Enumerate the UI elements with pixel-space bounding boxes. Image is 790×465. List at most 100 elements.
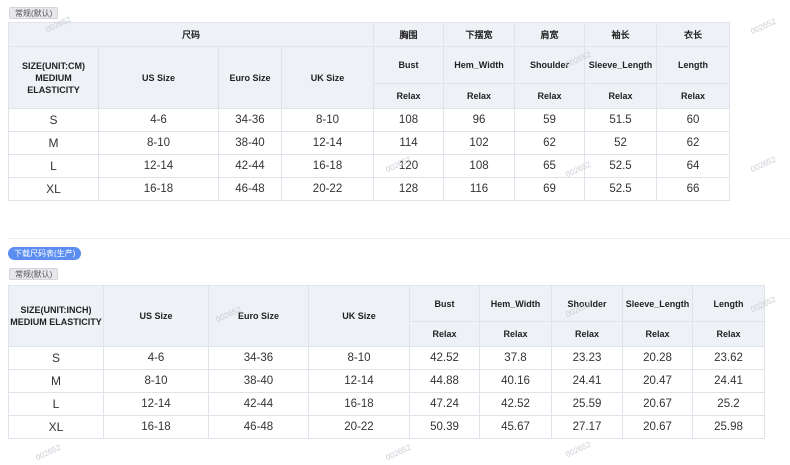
section-divider — [8, 238, 790, 239]
table-cell: 42.52 — [409, 346, 480, 370]
size-group-header: 尺码 — [7, 22, 375, 47]
watermark: 002652 — [34, 442, 63, 463]
table-cell: 20-22 — [308, 415, 410, 439]
table-cell: 108 — [443, 154, 516, 178]
table-cell: 116 — [443, 177, 516, 201]
table-cell: 20-22 — [280, 177, 375, 201]
table-cell: 27.17 — [551, 415, 623, 439]
size-cell: S — [8, 108, 99, 132]
table-cell: 37.8 — [479, 346, 552, 370]
table-row: L 12-14 42-44 16-18 120 108 65 52.5 64 — [8, 154, 731, 178]
table-cell: 25.59 — [551, 392, 623, 416]
table-cell: 8-10 — [98, 131, 219, 155]
table-cell: 114 — [373, 131, 445, 155]
table-row: M 8-10 38-40 12-14 114 102 62 52 62 — [8, 131, 731, 155]
table-cell: 108 — [373, 108, 445, 132]
table-cell: 46-48 — [208, 415, 309, 439]
table-cell: 45.67 — [479, 415, 552, 439]
size-cell: XL — [8, 415, 104, 439]
watermark: 002652 — [749, 154, 778, 175]
table-cell: 62 — [656, 131, 731, 155]
header-bust: Bust — [373, 46, 445, 84]
table-cell: 59 — [514, 108, 586, 132]
header-us-size-2: US Size — [103, 285, 209, 347]
standard-size-tag-2[interactable]: 常规(默认) — [9, 268, 59, 280]
size-cell: M — [8, 369, 104, 393]
table-cell: 66 — [656, 177, 731, 201]
header-euro-size-2: Euro Size — [208, 285, 309, 347]
table-cell: 4-6 — [103, 346, 209, 370]
watermark: 002652 — [749, 16, 778, 37]
table-cell: 44.88 — [409, 369, 480, 393]
cn-header-sleeve-length: 袖长 — [584, 22, 658, 47]
watermark: 002652 — [564, 439, 593, 460]
table-cell: 8-10 — [308, 346, 410, 370]
fit-hem-width-2: Relax — [479, 321, 552, 347]
header-sleeve-length: Sleeve_Length — [584, 46, 658, 84]
header-uk-size-2: UK Size — [308, 285, 410, 347]
cn-header-length: 衣长 — [656, 22, 731, 47]
table-cell: 128 — [373, 177, 445, 201]
table-cell: 96 — [443, 108, 516, 132]
cn-header-bust: 胸围 — [373, 22, 445, 47]
table-cell: 23.62 — [692, 346, 765, 370]
header-hem-width-2: Hem_Width — [479, 285, 552, 322]
table-cell: 47.24 — [409, 392, 480, 416]
table-row: XL 16-18 46-48 20-22 128 116 69 52.5 66 — [8, 177, 731, 201]
table-row: S 4-6 34-36 8-10 42.52 37.8 23.23 20.28 23.62 — [8, 346, 765, 370]
header-uk-size: UK Size — [280, 46, 375, 109]
size-cell: S — [8, 346, 104, 370]
table-cell: 40.16 — [479, 369, 552, 393]
table-cell: 16-18 — [103, 415, 209, 439]
fit-length-2: Relax — [692, 321, 765, 347]
fit-hem-width: Relax — [443, 83, 516, 109]
standard-size-tag[interactable]: 常规(默认) — [9, 7, 59, 19]
table-cell: 42.52 — [479, 392, 552, 416]
fit-sleeve-length-2: Relax — [622, 321, 693, 347]
fit-shoulder: Relax — [514, 83, 586, 109]
table-cell: 16-18 — [308, 392, 410, 416]
table-cell: 16-18 — [98, 177, 219, 201]
table-cell: 20.28 — [622, 346, 693, 370]
table-cell: 64 — [656, 154, 731, 178]
table-cell: 50.39 — [409, 415, 480, 439]
table-cell: 38-40 — [208, 369, 309, 393]
table-cell: 25.2 — [692, 392, 765, 416]
table-cell: 62 — [514, 131, 586, 155]
size-unit-label: SIZE(UNIT:CM) MEDIUM ELASTICITY — [8, 46, 99, 109]
fit-bust: Relax — [373, 83, 445, 109]
size-cell: L — [8, 392, 104, 416]
fit-shoulder-2: Relax — [551, 321, 623, 347]
table-cell: 8-10 — [280, 108, 375, 132]
size-cell: XL — [8, 177, 99, 201]
header-length: Length — [656, 46, 731, 84]
header-us-size: US Size — [98, 46, 219, 109]
table-row: XL 16-18 46-48 20-22 50.39 45.67 27.17 20.67 25.… — [8, 415, 765, 439]
table-cell: 34-36 — [218, 108, 282, 132]
cn-header-shoulder: 肩宽 — [514, 22, 586, 47]
table-cell: 12-14 — [98, 154, 219, 178]
table-cell: 25.98 — [692, 415, 765, 439]
table-cell: 12-14 — [103, 392, 209, 416]
header-shoulder-2: Shoulder — [551, 285, 623, 322]
table-cell: 60 — [656, 108, 731, 132]
header-euro-size: Euro Size — [218, 46, 282, 109]
size-table-cm: 尺码 胸围 下摆宽 肩宽 袖长 衣长 SIZE(UNIT:CM) MEDIUM … — [7, 22, 731, 201]
header-bust-2: Bust — [409, 285, 480, 322]
download-size-chart-button[interactable]: 下载尺码表(生产) — [8, 247, 82, 260]
table-cell: 20.67 — [622, 415, 693, 439]
table-cell: 23.23 — [551, 346, 623, 370]
fit-length: Relax — [656, 83, 731, 109]
table-row: L 12-14 42-44 16-18 47.24 42.52 25.59 20.67 25.2 — [8, 392, 765, 416]
header-sleeve-length-2: Sleeve_Length — [622, 285, 693, 322]
table-cell: 102 — [443, 131, 516, 155]
table-row: S 4-6 34-36 8-10 108 96 59 51.5 60 — [8, 108, 731, 132]
table-cell: 42-44 — [208, 392, 309, 416]
table-cell: 120 — [373, 154, 445, 178]
table-cell: 16-18 — [280, 154, 375, 178]
table-cell: 52.5 — [584, 154, 658, 178]
header-shoulder: Shoulder — [514, 46, 586, 84]
size-table-inch: SIZE(UNIT:INCH) MEDIUM ELASTICITY US Siz… — [8, 285, 765, 439]
table-cell: 8-10 — [103, 369, 209, 393]
table-cell: 24.41 — [551, 369, 623, 393]
